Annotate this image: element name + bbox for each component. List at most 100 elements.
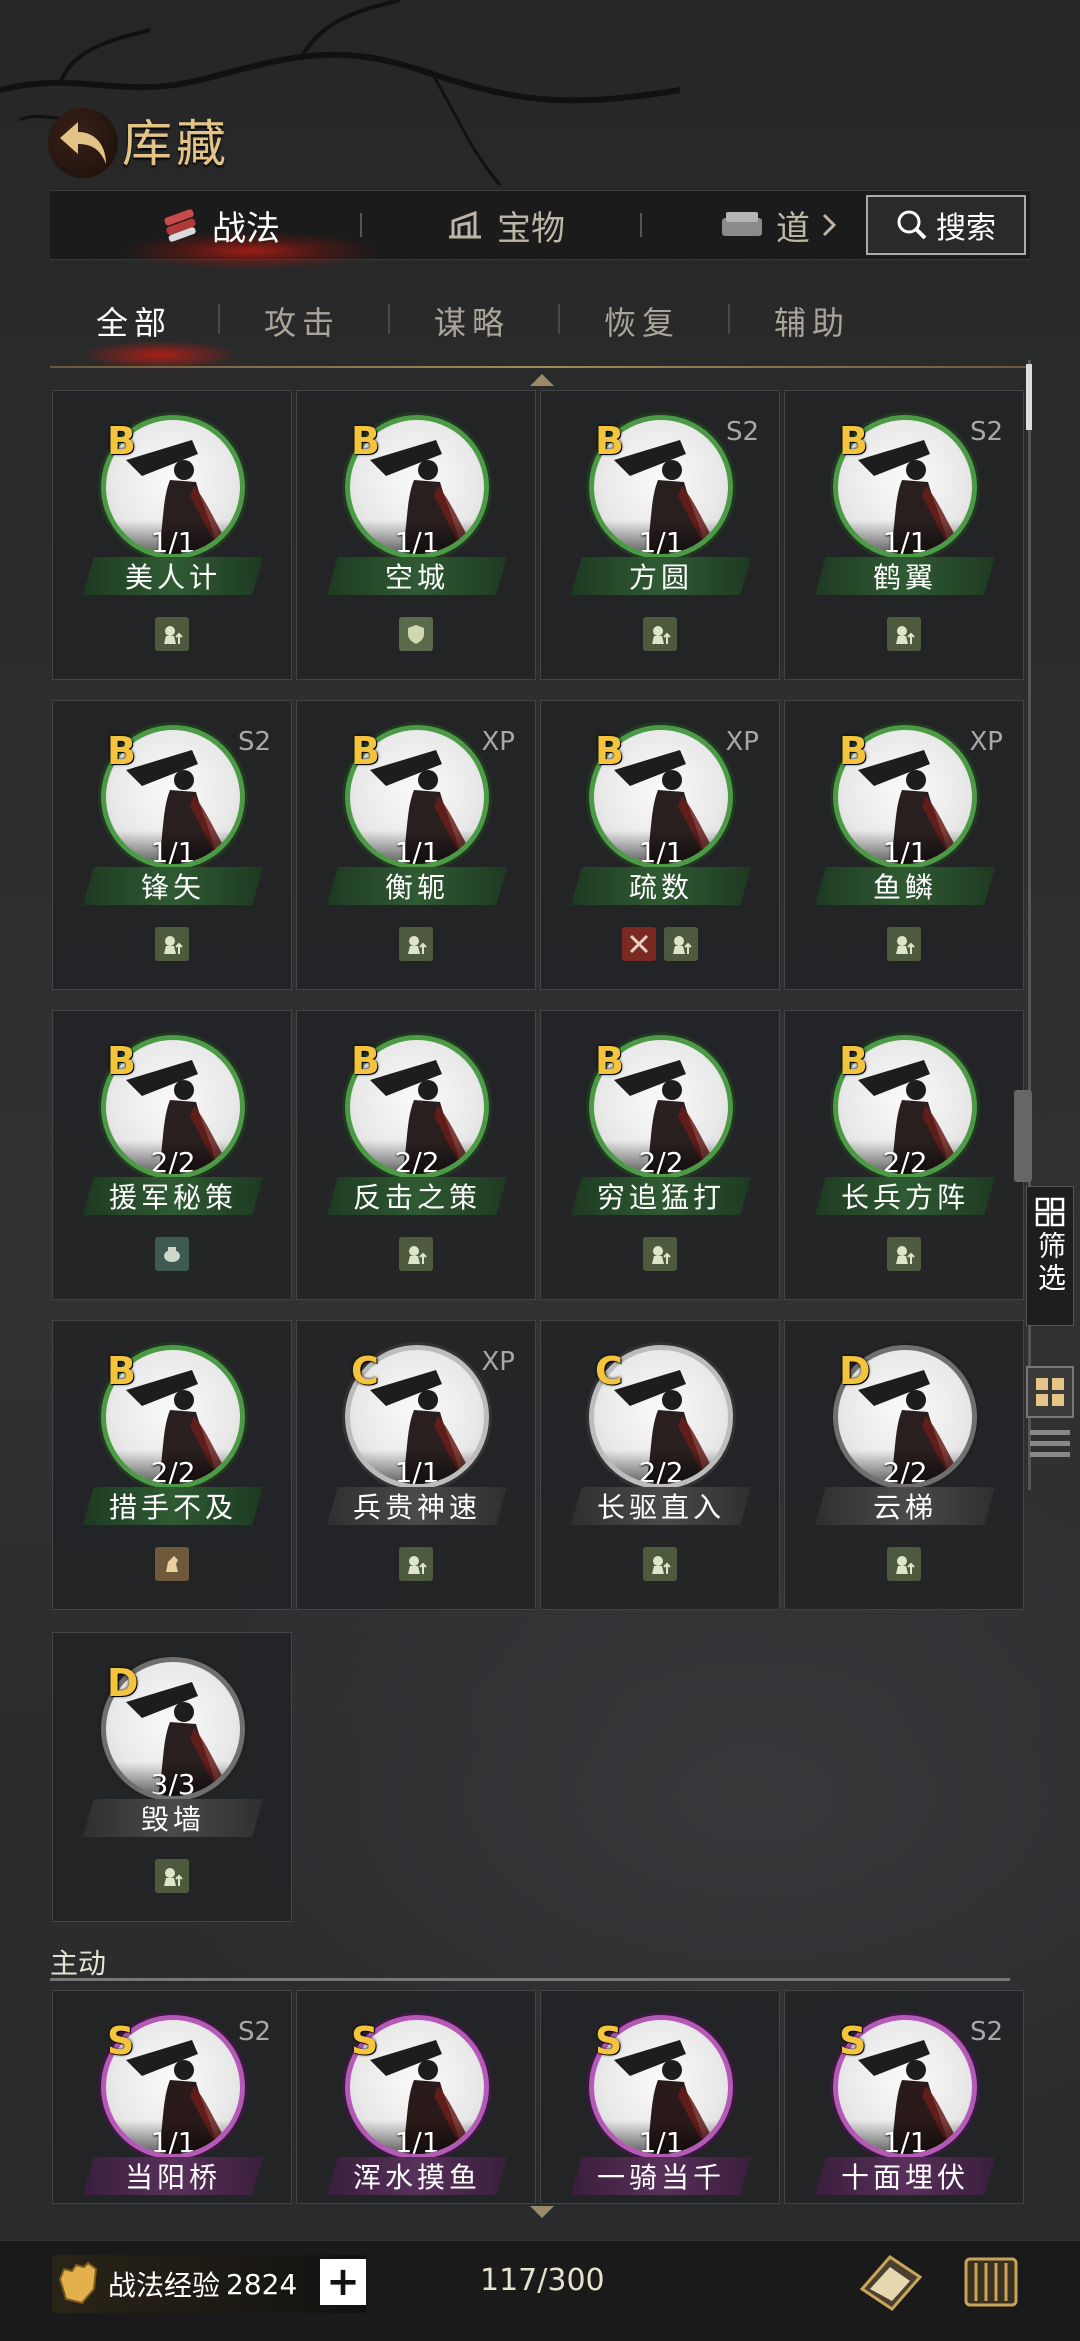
skill-count: 1/1 xyxy=(594,830,728,864)
subtab-divider xyxy=(388,304,390,334)
subtab-strategy[interactable]: 谋略 xyxy=(434,298,510,344)
troop-type-icons xyxy=(785,617,1023,651)
skill-card[interactable]: 2/2 B 长兵方阵 xyxy=(784,1010,1024,1300)
sword-icon xyxy=(622,927,656,961)
troop-icon xyxy=(155,617,189,651)
scroll-archive-button[interactable] xyxy=(956,2249,1026,2315)
subtab-all[interactable]: 全部 xyxy=(96,298,172,344)
skill-name: 长兵方阵 xyxy=(815,1177,995,1215)
troop-icon xyxy=(643,1237,677,1271)
grade-badge: S xyxy=(107,2019,135,2063)
subtab-support[interactable]: 辅助 xyxy=(774,298,850,344)
skill-name: 空城 xyxy=(327,557,507,595)
list-view-toggle[interactable] xyxy=(1030,1430,1070,1466)
skill-name: 疏数 xyxy=(571,867,751,905)
skill-card[interactable]: 1/1 B S2 锋矢 xyxy=(52,700,292,990)
section-label-active: 主动 xyxy=(50,1947,107,1980)
troop-icon xyxy=(887,1547,921,1581)
filter-button[interactable]: 筛选 xyxy=(1026,1186,1074,1326)
skill-count: 2/2 xyxy=(838,1450,972,1484)
subtab-recovery[interactable]: 恢复 xyxy=(604,298,680,344)
troop-icon xyxy=(399,1547,433,1581)
skill-card[interactable]: 1/1 B 空城 xyxy=(296,390,536,680)
tab-treasure[interactable]: 宝物 xyxy=(445,191,565,259)
search-button[interactable]: 搜索 xyxy=(866,195,1026,255)
troop-type-icons xyxy=(297,927,535,961)
subtab-divider xyxy=(728,304,730,334)
skill-name: 一骑当千 xyxy=(571,2157,751,2195)
skill-count: 1/1 xyxy=(350,520,484,554)
item-box-icon xyxy=(722,212,762,236)
troop-icon xyxy=(155,1859,189,1893)
grade-badge: S xyxy=(595,2019,623,2063)
skill-count: 1/1 xyxy=(594,2120,728,2154)
troop-type-icons xyxy=(297,1237,535,1271)
skill-card[interactable]: 3/3 D 毁墙 xyxy=(52,1632,292,1922)
troop-type-icons xyxy=(53,1859,291,1893)
season-tag: XP xyxy=(969,727,1004,757)
skill-card[interactable]: 1/1 B XP 鱼鳞 xyxy=(784,700,1024,990)
troop-icon xyxy=(643,617,677,651)
skill-name: 长驱直入 xyxy=(571,1487,751,1525)
skill-card[interactable]: 1/1 B XP 疏数 xyxy=(540,700,780,990)
skill-card[interactable]: 1/1 B S2 鹤翼 xyxy=(784,390,1024,680)
grade-badge: C xyxy=(351,1349,379,1393)
skill-name: 十面埋伏 xyxy=(815,2157,995,2195)
subtab-underline xyxy=(50,366,1030,368)
grid-filter-icon xyxy=(1035,1197,1065,1227)
grade-badge: B xyxy=(107,1039,136,1083)
troop-icon xyxy=(887,927,921,961)
troop-type-icons xyxy=(53,1547,291,1581)
skill-card[interactable]: 2/2 B 援军秘策 xyxy=(52,1010,292,1300)
skill-count: 1/1 xyxy=(350,1450,484,1484)
tab-treasure-label: 宝物 xyxy=(497,208,565,249)
tab-skills[interactable]: 战法 xyxy=(120,191,380,271)
skill-name: 反击之策 xyxy=(327,1177,507,1215)
grade-badge: B xyxy=(595,1039,624,1083)
skill-card[interactable]: 1/1 B XP 衡轭 xyxy=(296,700,536,990)
skill-card[interactable]: 1/1 S 浑水摸鱼 xyxy=(296,1990,536,2204)
skill-count: 1/1 xyxy=(350,830,484,864)
skill-card[interactable]: 2/2 C 长驱直入 xyxy=(540,1320,780,1610)
subtab-divider xyxy=(218,304,220,334)
skill-count: 3/3 xyxy=(106,1762,240,1796)
skill-card[interactable]: 1/1 B 美人计 xyxy=(52,390,292,680)
add-exp-button[interactable]: + xyxy=(320,2259,366,2305)
troop-type-icons xyxy=(53,927,291,961)
skill-card[interactable]: 2/2 D 云梯 xyxy=(784,1320,1024,1610)
skill-card[interactable]: 1/1 S S2 当阳桥 xyxy=(52,1990,292,2204)
troop-type-icons xyxy=(785,927,1023,961)
scroll-bundle-icon xyxy=(164,209,196,242)
tab-items[interactable]: 道 xyxy=(720,191,836,259)
grid-view-toggle[interactable] xyxy=(1026,1366,1074,1418)
grade-badge: B xyxy=(595,729,624,773)
filter-label: 筛选 xyxy=(1034,1231,1067,1295)
skill-count: 1/1 xyxy=(106,520,240,554)
scroll-handle[interactable] xyxy=(1014,1090,1032,1182)
troop-icon xyxy=(643,1547,677,1581)
season-tag: S2 xyxy=(725,417,759,447)
skill-card[interactable]: 1/1 C XP 兵贵神速 xyxy=(296,1320,536,1610)
skill-card[interactable]: 1/1 B S2 方圆 xyxy=(540,390,780,680)
troop-type-icons xyxy=(541,1547,779,1581)
tab-divider xyxy=(360,213,362,237)
back-button[interactable] xyxy=(48,108,118,178)
troop-type-icons xyxy=(785,1237,1023,1271)
skill-card[interactable]: 2/2 B 反击之策 xyxy=(296,1010,536,1300)
subtab-attack[interactable]: 攻击 xyxy=(264,298,340,344)
skill-exp-display: 战法经验 2824 xyxy=(52,2255,366,2313)
scrollbar-thumb[interactable] xyxy=(1026,364,1032,430)
skill-name: 毁墙 xyxy=(83,1799,263,1837)
grade-badge: B xyxy=(107,419,136,463)
skill-name: 兵贵神速 xyxy=(327,1487,507,1525)
skill-count: 2/2 xyxy=(594,1140,728,1174)
skill-name: 措手不及 xyxy=(83,1487,263,1525)
skill-name: 方圆 xyxy=(571,557,751,595)
season-tag: XP xyxy=(481,727,516,757)
skill-card[interactable]: 1/1 S S2 十面埋伏 xyxy=(784,1990,1024,2204)
book-button[interactable] xyxy=(856,2249,926,2315)
skill-card[interactable]: 2/2 B 穷追猛打 xyxy=(540,1010,780,1300)
skill-card[interactable]: 2/2 B 措手不及 xyxy=(52,1320,292,1610)
skill-card[interactable]: 1/1 S 一骑当千 xyxy=(540,1990,780,2204)
tab-skills-label: 战法 xyxy=(212,208,280,249)
